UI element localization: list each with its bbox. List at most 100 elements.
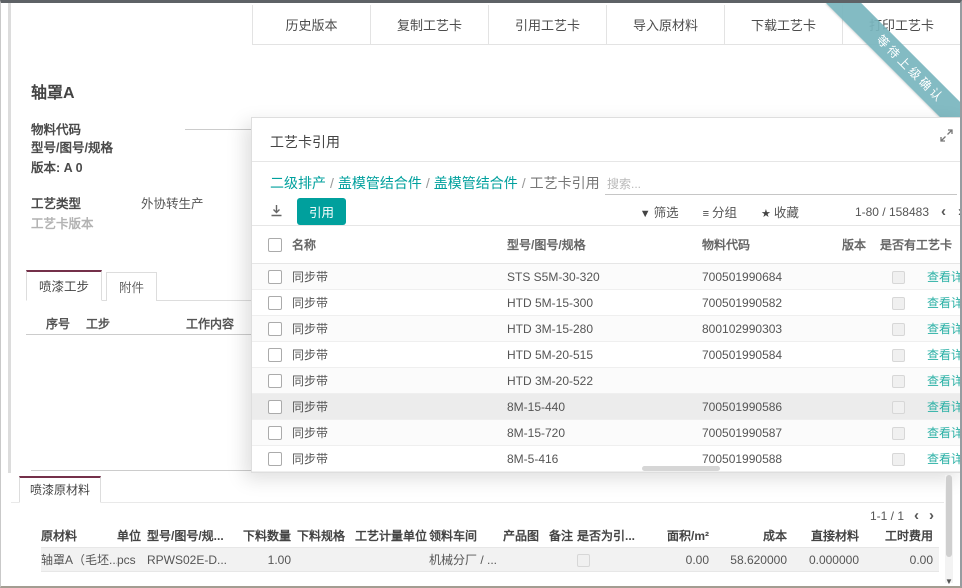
table-row[interactable]: 同步带 8M-15-720 700501990587 查看详情 xyxy=(252,420,962,446)
bottom-pager-prev-icon[interactable]: ‹ xyxy=(914,507,919,524)
reference-process-card-button[interactable]: 引用工艺卡 xyxy=(488,5,606,45)
scroll-down-icon[interactable]: ▼ xyxy=(945,577,953,586)
modal-title: 工艺卡引用 xyxy=(270,132,340,152)
row-checkbox[interactable] xyxy=(268,452,282,466)
has-card-checkbox xyxy=(892,375,905,388)
filter-button[interactable]: ▼筛选 xyxy=(640,202,679,221)
header-material-code[interactable]: 物料代码 xyxy=(702,236,842,253)
record-tabs: 喷漆工步 附件 xyxy=(26,275,251,301)
row-checkbox[interactable] xyxy=(268,374,282,388)
header-spec[interactable]: 型号/图号/规格 xyxy=(507,236,702,253)
header-cost[interactable]: 成本 xyxy=(715,527,793,544)
section-divider xyxy=(31,470,253,471)
header-is-reference[interactable]: 是否为引... xyxy=(577,527,635,544)
header-labor-cost[interactable]: 工时费用 xyxy=(865,527,939,544)
view-detail-link[interactable]: 查看详情 xyxy=(927,452,962,466)
cell-code: 700501990588 xyxy=(702,452,842,466)
header-area[interactable]: 面积/m² xyxy=(635,527,715,544)
view-detail-link[interactable]: 查看详情 xyxy=(927,400,962,414)
cell-name: 同步带 xyxy=(292,450,507,467)
copy-process-card-button[interactable]: 复制工艺卡 xyxy=(370,5,488,45)
breadcrumb-current: 工艺卡引用 xyxy=(530,175,600,191)
view-detail-link[interactable]: 查看详情 xyxy=(927,374,962,388)
row-checkbox[interactable] xyxy=(268,322,282,336)
table-row[interactable]: 同步带 8M-15-440 700501990586 查看详情 xyxy=(252,394,962,420)
header-model-spec[interactable]: 型号/图号/规... xyxy=(147,527,237,544)
cell-spec: HTD 3M-15-280 xyxy=(507,322,702,336)
row-checkbox[interactable] xyxy=(268,348,282,362)
cell-spec: HTD 5M-15-300 xyxy=(507,296,702,310)
breadcrumb-separator: / xyxy=(330,175,334,191)
download-process-card-button[interactable]: 下载工艺卡 xyxy=(724,5,842,45)
raw-material-row[interactable]: 轴罩A（毛坯... pcs RPWS02E-D... 1.00 机械分厂 / .… xyxy=(41,547,939,572)
tab-paint-raw-material[interactable]: 喷漆原材料 xyxy=(19,476,101,503)
table-row[interactable]: 同步带 HTD 5M-15-300 700501990582 查看详情 xyxy=(252,290,962,316)
header-craft-unit[interactable]: 工艺计量单位 xyxy=(355,527,429,544)
view-detail-link[interactable]: 查看详情 xyxy=(927,348,962,362)
table-row[interactable]: 同步带 HTD 3M-15-280 800102990303 查看详情 xyxy=(252,316,962,342)
breadcrumb-link-3[interactable]: 盖模管结合件 xyxy=(434,175,518,191)
header-remark[interactable]: 备注 xyxy=(549,527,577,544)
scrollbar-thumb[interactable] xyxy=(946,475,952,557)
tab-attachments[interactable]: 附件 xyxy=(106,272,157,301)
has-card-checkbox xyxy=(892,349,905,362)
favorites-button[interactable]: ★收藏 xyxy=(761,202,799,221)
has-card-checkbox xyxy=(892,401,905,414)
row-checkbox[interactable] xyxy=(268,400,282,414)
table-row[interactable]: 同步带 HTD 3M-20-522 查看详情 xyxy=(252,368,962,394)
pager-prev-icon[interactable]: ‹ xyxy=(941,203,946,220)
filter-group: ▼筛选 ≡分组 ★收藏 xyxy=(640,202,799,221)
view-detail-link[interactable]: 查看详情 xyxy=(927,270,962,284)
card-version-label: 工艺卡版本 xyxy=(31,213,94,232)
horizontal-scrollbar[interactable] xyxy=(642,466,720,471)
header-raw-material[interactable]: 原材料 xyxy=(41,527,117,544)
header-name[interactable]: 名称 xyxy=(292,236,507,253)
expand-icon[interactable] xyxy=(937,128,955,146)
reference-table-body: 同步带 STS S5M-30-320 700501990684 查看详情 同步带… xyxy=(252,264,962,472)
table-row[interactable]: 同步带 8M-5-416 700501990588 查看详情 xyxy=(252,446,962,472)
group-by-button[interactable]: ≡分组 xyxy=(703,202,737,221)
header-has-card[interactable]: 是否有工艺卡 xyxy=(880,236,927,253)
cell-spec: 8M-15-720 xyxy=(507,426,702,440)
header-cut-spec[interactable]: 下料规格 xyxy=(297,527,355,544)
download-arrow-icon xyxy=(270,204,283,217)
cell-code: 700501990582 xyxy=(702,296,842,310)
import-raw-material-button[interactable]: 导入原材料 xyxy=(606,5,724,45)
search-input[interactable] xyxy=(605,174,957,195)
tab-paint-steps[interactable]: 喷漆工步 xyxy=(26,270,102,301)
bottom-pagination: 1-1 / 1 ‹ › xyxy=(870,507,934,524)
header-unit[interactable]: 单位 xyxy=(117,527,147,544)
vertical-scrollbar[interactable] xyxy=(945,475,953,583)
row-checkbox[interactable] xyxy=(268,270,282,284)
table-row[interactable]: 同步带 STS S5M-30-320 700501990684 查看详情 xyxy=(252,264,962,290)
table-row[interactable]: 同步带 HTD 5M-20-515 700501990584 查看详情 xyxy=(252,342,962,368)
is-reference-checkbox xyxy=(577,554,590,567)
breadcrumb-link-2[interactable]: 盖模管结合件 xyxy=(338,175,422,191)
modal-pagination: 1-80 / 158483 ‹ › xyxy=(855,203,962,220)
material-code-label: 物料代码 xyxy=(31,119,81,138)
bottom-pager-next-icon[interactable]: › xyxy=(929,507,934,524)
view-detail-link[interactable]: 查看详情 xyxy=(927,426,962,440)
row-checkbox[interactable] xyxy=(268,296,282,310)
history-version-button[interactable]: 历史版本 xyxy=(252,5,370,45)
breadcrumb-link-1[interactable]: 二级排产 xyxy=(270,175,326,191)
header-cut-qty[interactable]: 下料数量 xyxy=(237,527,297,544)
pager-next-icon[interactable]: › xyxy=(958,203,962,220)
process-type-label: 工艺类型 xyxy=(31,193,81,212)
cell-code: 700501990684 xyxy=(702,270,842,284)
select-all-checkbox[interactable] xyxy=(268,238,282,252)
row-checkbox[interactable] xyxy=(268,426,282,440)
has-card-checkbox xyxy=(892,427,905,440)
header-direct-material[interactable]: 直接材料 xyxy=(793,527,865,544)
cell-spec: HTD 3M-20-522 xyxy=(507,374,702,388)
has-card-checkbox xyxy=(892,297,905,310)
header-pick-workshop[interactable]: 领料车间 xyxy=(429,527,503,544)
steps-table-header: 序号 工步 工作内容 xyxy=(26,311,251,335)
view-detail-link[interactable]: 查看详情 xyxy=(927,296,962,310)
view-detail-link[interactable]: 查看详情 xyxy=(927,322,962,336)
cell-raw-material: 轴罩A（毛坯... xyxy=(41,551,117,568)
header-product-image[interactable]: 产品图 xyxy=(503,527,549,544)
download-icon[interactable] xyxy=(270,204,283,220)
header-version[interactable]: 版本 xyxy=(842,236,880,253)
refer-button[interactable]: 引用 xyxy=(297,198,346,225)
